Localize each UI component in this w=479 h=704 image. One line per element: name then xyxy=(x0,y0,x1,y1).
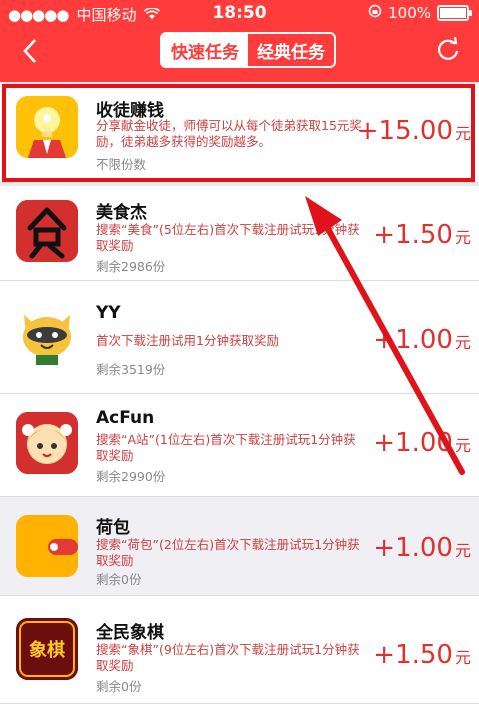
chess-icon: 象棋 xyxy=(16,618,78,680)
task-description: 搜索“荷包”(2位左右)首次下载注册试玩1分钟获取奖励 xyxy=(96,537,360,568)
tab-quick-tasks[interactable]: 快速任务 xyxy=(162,34,248,66)
status-right: 100% xyxy=(368,4,472,22)
reward-unit: 元 xyxy=(454,648,471,667)
anime-girl-icon xyxy=(16,412,78,474)
task-description: 搜索“美食”(5位左右)首次下载注册试玩1分钟获取奖励 xyxy=(96,222,360,253)
task-reward: +1.50 元 xyxy=(373,640,471,670)
rotation-lock-icon xyxy=(368,4,382,22)
task-remaining: 剩余0份 xyxy=(96,572,142,587)
task-name: 荷包 xyxy=(96,518,130,538)
highlight-box xyxy=(2,84,475,182)
battery-percent: 100% xyxy=(388,4,431,22)
task-row[interactable]: 象棋 全民象棋 搜索“象棋”(9位左右)首次下载注册试玩1分钟获取奖励 剩余0份… xyxy=(0,596,479,704)
task-row[interactable]: 荷包 搜索“荷包”(2位左右)首次下载注册试玩1分钟获取奖励 剩余0份 +1.0… xyxy=(0,497,479,596)
reward-amount: +1.00 xyxy=(373,428,453,458)
raccoon-icon xyxy=(16,305,78,367)
task-segmented-control: 快速任务 经典任务 xyxy=(160,32,336,68)
food-char-icon xyxy=(16,200,78,262)
nav-row: 快速任务 经典任务 xyxy=(0,26,479,82)
refresh-button[interactable] xyxy=(435,36,461,62)
chess-icon-text: 象棋 xyxy=(29,640,65,661)
reward-amount: +1.50 xyxy=(373,220,453,250)
task-description: 搜索“A站”(1位左右)首次下载注册试玩1分钟获取奖励 xyxy=(96,432,356,463)
reward-unit: 元 xyxy=(454,541,471,560)
reward-unit: 元 xyxy=(454,333,471,352)
task-reward: +1.00 元 xyxy=(373,428,471,458)
tab-classic-tasks[interactable]: 经典任务 xyxy=(248,34,334,66)
refresh-icon xyxy=(437,36,459,60)
task-description: 首次下载注册试用1分钟获取奖励 xyxy=(96,333,279,348)
reward-amount: +1.50 xyxy=(373,640,453,670)
task-name: YY xyxy=(96,303,121,323)
task-row[interactable]: YY 首次下载注册试用1分钟获取奖励 剩余3519份 +1.00 元 xyxy=(0,281,479,394)
task-remaining: 剩余2990份 xyxy=(96,469,166,484)
task-name: 美食杰 xyxy=(96,203,147,223)
chevron-left-icon xyxy=(23,39,36,63)
task-remaining: 剩余0份 xyxy=(96,679,142,694)
back-button[interactable] xyxy=(14,34,48,68)
battery-icon xyxy=(437,5,472,21)
reward-amount: +1.00 xyxy=(373,533,453,563)
header-bar: ●●●●● 中国移动 18:50 100% 快速任务 经典任务 xyxy=(0,0,479,82)
task-reward: +1.00 元 xyxy=(373,533,471,563)
status-bar: ●●●●● 中国移动 18:50 100% xyxy=(0,0,479,26)
reward-amount: +1.00 xyxy=(373,325,453,355)
task-row[interactable]: AcFun 搜索“A站”(1位左右)首次下载注册试玩1分钟获取奖励 剩余2990… xyxy=(0,394,479,497)
reward-unit: 元 xyxy=(454,436,471,455)
task-name: AcFun xyxy=(96,408,155,428)
task-name: 全民象棋 xyxy=(96,623,164,643)
task-remaining: 剩余2986份 xyxy=(96,259,166,274)
reward-unit: 元 xyxy=(454,228,471,247)
task-reward: +1.50 元 xyxy=(373,220,471,250)
wallet-icon xyxy=(16,515,78,577)
task-row[interactable]: 美食杰 搜索“美食”(5位左右)首次下载注册试玩1分钟获取奖励 剩余2986份 … xyxy=(0,186,479,281)
task-reward: +1.00 元 xyxy=(373,325,471,355)
task-description: 搜索“象棋”(9位左右)首次下载注册试玩1分钟获取奖励 xyxy=(96,642,360,673)
task-remaining: 剩余3519份 xyxy=(96,362,166,377)
